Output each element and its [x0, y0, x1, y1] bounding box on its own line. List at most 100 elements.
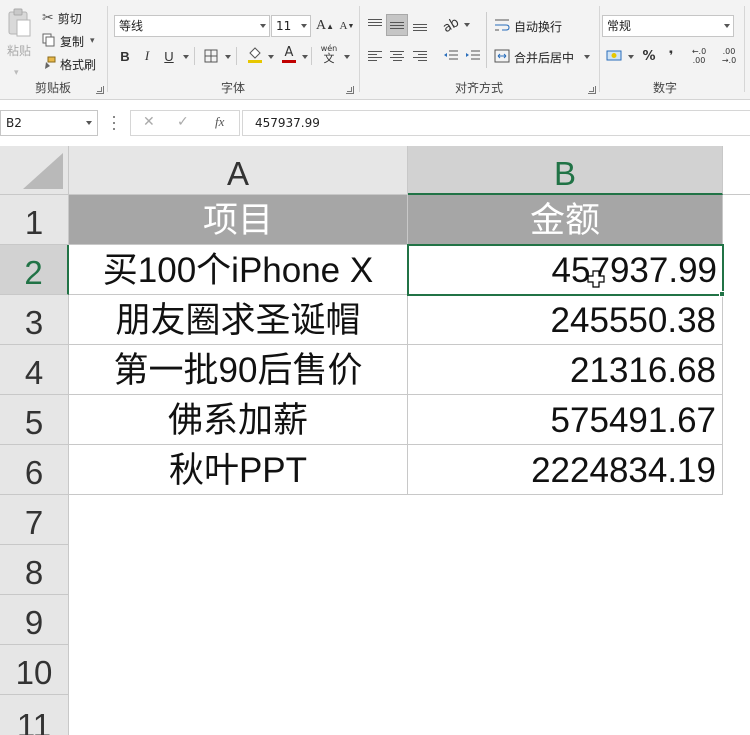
cancel-icon[interactable]: ✕: [143, 114, 155, 130]
row-header-3[interactable]: 3: [0, 295, 69, 345]
italic-button[interactable]: I: [136, 45, 158, 67]
font-color-chevron-down-icon[interactable]: [302, 55, 308, 59]
font-color-button[interactable]: A: [278, 43, 300, 65]
percent-button[interactable]: %: [638, 45, 660, 67]
cell-b5[interactable]: 575491.67: [408, 395, 723, 445]
accounting-chevron-down-icon[interactable]: [628, 55, 634, 59]
align-center-icon: [390, 49, 404, 63]
cell-b2[interactable]: 457937.99: [408, 245, 723, 295]
cell-a4[interactable]: 第一批90后售价: [69, 345, 408, 395]
phonetic-chevron-down-icon[interactable]: [344, 55, 350, 59]
row-header-10[interactable]: 10: [0, 645, 69, 695]
number-format-combo[interactable]: 常规: [602, 15, 734, 37]
font-launcher-icon[interactable]: [346, 86, 354, 94]
paint-bucket-icon: [248, 47, 262, 63]
cell-a1[interactable]: 项目: [69, 195, 408, 245]
wrap-text-button[interactable]: 自动换行: [494, 15, 562, 37]
select-all-button[interactable]: [0, 146, 69, 195]
shrink-font-button[interactable]: A ▼: [336, 15, 358, 37]
increase-indent-button[interactable]: [462, 45, 484, 67]
formula-input[interactable]: 457937.99: [242, 110, 750, 136]
scissors-icon: ✂: [42, 10, 54, 26]
copy-button[interactable]: 复制 ▾: [42, 30, 95, 52]
phonetic-guide-button[interactable]: wén 文: [318, 43, 340, 65]
underline-button[interactable]: U: [158, 45, 180, 67]
orientation-chevron-down-icon[interactable]: [464, 23, 470, 27]
format-painter-button[interactable]: 格式刷: [42, 53, 96, 75]
align-left-button[interactable]: [364, 45, 386, 67]
grow-font-button[interactable]: A ▲: [314, 15, 336, 37]
decrease-indent-icon: [444, 50, 458, 60]
copy-chevron-down-icon[interactable]: ▾: [90, 36, 95, 46]
merge-chevron-down-icon[interactable]: [584, 55, 591, 59]
copy-label: 复制: [60, 34, 85, 49]
cell-a5[interactable]: 佛系加薪: [69, 395, 408, 445]
cell-b3[interactable]: 245550.38: [408, 295, 723, 345]
name-box[interactable]: B2: [0, 110, 98, 136]
borders-chevron-down-icon[interactable]: [225, 55, 231, 59]
align-right-button[interactable]: [409, 45, 431, 67]
row-header-9[interactable]: 9: [0, 595, 69, 645]
font-group-label: 字体: [220, 81, 245, 95]
decrease-decimal-button[interactable]: .00 →.0: [716, 45, 742, 67]
align-left-icon: [368, 49, 382, 63]
fill-color-button[interactable]: [244, 43, 266, 65]
cut-button[interactable]: ✂ 剪切: [42, 7, 82, 29]
borders-button[interactable]: [200, 45, 222, 67]
row-header-2[interactable]: 2: [0, 245, 69, 295]
text-angle-icon: ab: [440, 14, 462, 36]
align-center-button[interactable]: [386, 45, 408, 67]
row-header-1[interactable]: 1: [0, 195, 69, 245]
row-header-5[interactable]: 5: [0, 395, 69, 445]
align-top-button[interactable]: [364, 14, 386, 36]
group-divider: [744, 6, 745, 92]
row-header-6[interactable]: 6: [0, 445, 69, 495]
fill-handle[interactable]: [719, 291, 725, 297]
divider: [194, 47, 195, 65]
cell-b6[interactable]: 2224834.19: [408, 445, 723, 495]
increase-decimal-button[interactable]: ←.0 .00: [686, 45, 712, 67]
divider: [236, 47, 237, 65]
cell-b4[interactable]: 21316.68: [408, 345, 723, 395]
enter-icon[interactable]: ✓: [177, 114, 189, 130]
row-header-8[interactable]: 8: [0, 545, 69, 595]
divider: [486, 12, 487, 68]
underline-chevron-down-icon[interactable]: [183, 55, 189, 59]
align-bottom-button[interactable]: [409, 14, 431, 36]
row-header-11[interactable]: 11: [0, 695, 69, 735]
cell-a2[interactable]: 买100个iPhone X: [69, 245, 408, 295]
cell-a6[interactable]: 秋叶PPT: [69, 445, 408, 495]
clipboard-group: 粘贴 ▾ ✂ 剪切 复制 ▾ 格式刷 剪贴板: [0, 0, 106, 100]
paste-button[interactable]: 粘贴: [4, 8, 34, 68]
fill-color-chevron-down-icon[interactable]: [268, 55, 274, 59]
cell-b1[interactable]: 金额: [408, 195, 723, 245]
orientation-button[interactable]: ab: [440, 14, 462, 36]
paste-chevron-down-icon[interactable]: ▾: [14, 68, 19, 78]
column-header-c[interactable]: [723, 146, 750, 195]
align-middle-button[interactable]: [386, 14, 408, 36]
insert-function-icon[interactable]: fx: [215, 114, 224, 130]
decrease-indent-button[interactable]: [440, 45, 462, 67]
comma-icon: ❜: [668, 48, 674, 64]
alignment-group: ab 自动换行 合并后居中 对齐方式: [360, 0, 598, 100]
cell-a3[interactable]: 朋友圈求圣诞帽: [69, 295, 408, 345]
accounting-format-button[interactable]: [604, 45, 626, 67]
font-size-value: 11: [276, 19, 292, 33]
copy-icon: [42, 33, 56, 50]
merge-center-button[interactable]: 合并后居中: [494, 46, 591, 68]
formula-bar-grip[interactable]: [112, 116, 115, 130]
number-format-value: 常规: [607, 19, 632, 33]
increase-decimal-icon: ←.0 .00: [691, 47, 707, 65]
chevron-down-icon: [724, 24, 730, 28]
bold-button[interactable]: B: [114, 45, 136, 67]
clipboard-launcher-icon[interactable]: [96, 86, 104, 94]
row-header-7[interactable]: 7: [0, 495, 69, 545]
column-header-a[interactable]: A: [69, 146, 408, 195]
row-header-4[interactable]: 4: [0, 345, 69, 395]
column-header-b[interactable]: B: [408, 146, 723, 195]
comma-style-button[interactable]: ❜: [660, 45, 682, 67]
font-size-combo[interactable]: 11: [271, 15, 311, 37]
currency-icon: [606, 50, 622, 61]
alignment-launcher-icon[interactable]: [588, 86, 596, 94]
font-name-combo[interactable]: 等线: [114, 15, 270, 37]
